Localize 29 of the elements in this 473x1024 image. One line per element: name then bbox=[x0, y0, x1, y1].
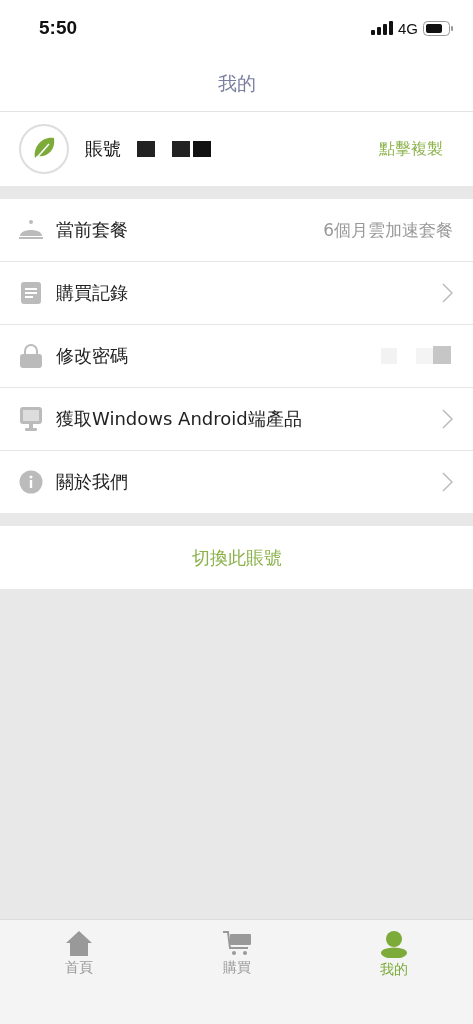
menu-label: 關於我們 bbox=[56, 470, 128, 494]
person-icon bbox=[380, 930, 409, 958]
network-type: 4G bbox=[398, 19, 418, 37]
account-label: 賬號 bbox=[85, 137, 121, 161]
info-icon bbox=[18, 470, 44, 494]
menu-label: 獲取Windows Android端產品 bbox=[56, 407, 302, 431]
battery-icon bbox=[423, 20, 453, 36]
page-title: 我的 bbox=[217, 70, 256, 96]
menu-item[interactable]: 獲取Windows Android端產品 bbox=[0, 388, 473, 451]
menu-item[interactable]: 購買記錄 bbox=[0, 262, 473, 325]
status-time: 5:50 bbox=[39, 17, 78, 39]
chevron-right-icon bbox=[442, 409, 453, 429]
menu-item[interactable]: 當前套餐 6個月雲加速套餐 bbox=[0, 199, 473, 262]
leaf-avatar-icon bbox=[19, 124, 69, 174]
menu-label: 購買記錄 bbox=[56, 281, 128, 305]
document-icon bbox=[18, 282, 44, 304]
menu-item[interactable]: 修改密碼 bbox=[0, 325, 473, 388]
plan-value: 6個月雲加速套餐 bbox=[323, 218, 453, 242]
home-icon bbox=[64, 930, 93, 956]
lock-icon bbox=[18, 344, 44, 368]
monitor-icon bbox=[18, 407, 44, 431]
menu-label: 修改密碼 bbox=[56, 344, 128, 368]
menu-item[interactable]: 關於我們 bbox=[0, 451, 473, 513]
menu-label: 當前套餐 bbox=[56, 218, 128, 242]
chevron-right-icon bbox=[442, 283, 453, 303]
chevron-right-icon bbox=[442, 472, 453, 492]
bell-icon bbox=[18, 219, 44, 241]
cart-icon bbox=[221, 930, 252, 956]
signal-icon bbox=[371, 21, 393, 35]
